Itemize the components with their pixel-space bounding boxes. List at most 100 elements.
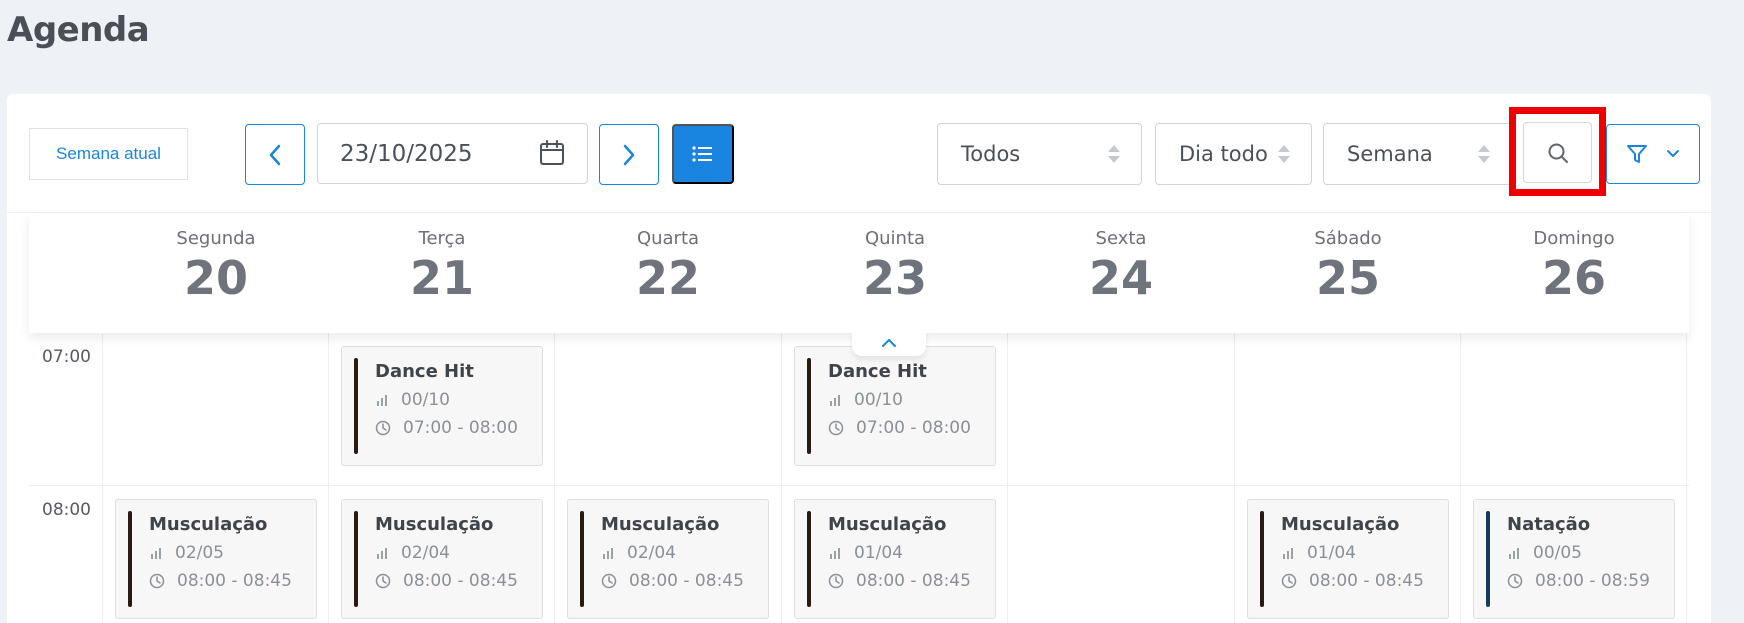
view-select[interactable]: Semana — [1323, 123, 1512, 185]
event-card[interactable]: Musculação 01/04 08:00 - 08:45 — [1247, 499, 1449, 619]
category-select-value: Todos — [961, 142, 1021, 166]
event-color-bar — [807, 358, 811, 454]
day-column-header: Segunda 20 — [103, 213, 329, 305]
event-capacity-value: 02/05 — [175, 543, 224, 563]
event-time: 08:00 - 08:45 — [828, 571, 971, 591]
grid-column-line — [1007, 333, 1008, 623]
day-name: Quarta — [636, 228, 700, 249]
date-value: 23/10/2025 — [340, 140, 473, 167]
current-week-button[interactable]: Semana atual — [29, 128, 188, 180]
event-capacity-value: 00/05 — [1533, 543, 1582, 563]
day-number[interactable]: 26 — [1461, 251, 1687, 305]
day-number[interactable]: 22 — [555, 251, 781, 305]
event-time: 08:00 - 08:59 — [1507, 571, 1650, 591]
event-time-value: 08:00 - 08:45 — [856, 571, 971, 591]
event-time-value: 08:00 - 08:45 — [629, 571, 744, 591]
event-time-value: 08:00 - 08:59 — [1535, 571, 1650, 591]
event-capacity: 02/04 — [601, 543, 676, 563]
calendar-icon[interactable] — [539, 139, 565, 167]
bar-chart-icon — [377, 395, 387, 406]
event-card[interactable]: Musculação 01/04 08:00 - 08:45 — [794, 499, 996, 619]
week-day-header: Segunda 20 Terça 21 Quarta 22 Quinta 23 Sexta 24 S… — [29, 213, 1689, 333]
period-select[interactable]: Dia todo — [1155, 123, 1312, 185]
event-capacity-value: 02/04 — [401, 543, 450, 563]
clock-icon — [149, 573, 165, 589]
grid-column-line — [328, 333, 329, 623]
event-card[interactable]: Musculação 02/04 08:00 - 08:45 — [341, 499, 543, 619]
filter-icon — [1627, 145, 1647, 163]
event-color-bar — [1486, 511, 1490, 607]
day-column-header: Sexta 24 — [1008, 213, 1234, 305]
clock-icon — [375, 573, 391, 589]
day-name: Terça — [418, 228, 466, 249]
bar-chart-icon — [151, 548, 161, 559]
clock-icon — [828, 573, 844, 589]
time-label: 07:00 — [42, 347, 91, 367]
chevron-left-icon — [269, 144, 281, 165]
event-color-bar — [580, 511, 584, 607]
event-time-value: 08:00 - 08:45 — [177, 571, 292, 591]
next-week-button[interactable] — [599, 124, 659, 185]
event-time: 08:00 - 08:45 — [149, 571, 292, 591]
day-number[interactable]: 20 — [103, 251, 329, 305]
event-name: Musculação — [601, 514, 720, 535]
clock-icon — [1507, 573, 1523, 589]
event-color-bar — [354, 511, 358, 607]
clock-icon — [1281, 573, 1297, 589]
list-view-button[interactable] — [672, 124, 734, 184]
event-card[interactable]: Natação 00/05 08:00 - 08:59 — [1473, 499, 1675, 619]
day-name: Domingo — [1533, 228, 1615, 249]
event-time-value: 07:00 - 08:00 — [403, 418, 518, 438]
event-time: 08:00 - 08:45 — [375, 571, 518, 591]
day-number[interactable]: 24 — [1008, 251, 1234, 305]
event-time: 07:00 - 08:00 — [375, 418, 518, 438]
view-select-value: Semana — [1347, 142, 1433, 166]
grid-column-line — [102, 333, 103, 623]
date-field[interactable]: 23/10/2025 — [317, 123, 588, 184]
event-capacity-value: 00/10 — [854, 390, 903, 410]
event-color-bar — [128, 511, 132, 607]
collapse-header-button[interactable] — [852, 330, 926, 356]
event-capacity: 00/10 — [828, 390, 903, 410]
event-time: 08:00 - 08:45 — [601, 571, 744, 591]
bar-chart-icon — [603, 548, 613, 559]
event-color-bar — [807, 511, 811, 607]
day-number[interactable]: 21 — [329, 251, 555, 305]
grid-row-line — [29, 485, 1689, 486]
event-name: Musculação — [828, 514, 947, 535]
day-column-header: Terça 21 — [329, 213, 555, 305]
event-card[interactable]: Dance Hit 00/10 07:00 - 08:00 — [794, 346, 996, 466]
grid-column-line — [1234, 333, 1235, 623]
day-name: Segunda — [176, 228, 256, 249]
event-card[interactable]: Musculação 02/05 08:00 - 08:45 — [115, 499, 317, 619]
day-number[interactable]: 25 — [1235, 251, 1461, 305]
filter-button[interactable] — [1606, 124, 1700, 184]
event-time-value: 07:00 - 08:00 — [856, 418, 971, 438]
event-name: Natação — [1507, 514, 1591, 535]
day-number[interactable]: 23 — [782, 251, 1008, 305]
day-column-header: Quinta 23 — [782, 213, 1008, 305]
sort-icon — [1478, 145, 1490, 163]
event-card[interactable]: Dance Hit 00/10 07:00 - 08:00 — [341, 346, 543, 466]
grid-column-line — [1460, 333, 1461, 623]
bar-chart-icon — [830, 395, 840, 406]
grid-column-line — [781, 333, 782, 623]
bar-chart-icon — [1509, 548, 1519, 559]
day-name: Quinta — [864, 228, 926, 249]
event-name: Musculação — [1281, 514, 1400, 535]
event-time: 08:00 - 08:45 — [1281, 571, 1424, 591]
clock-icon — [828, 420, 844, 436]
clock-icon — [601, 573, 617, 589]
event-color-bar — [1260, 511, 1264, 607]
event-name: Dance Hit — [375, 361, 474, 382]
previous-week-button[interactable] — [245, 124, 305, 185]
day-name: Sábado — [1314, 228, 1382, 249]
grid-column-line — [1686, 333, 1687, 623]
list-icon — [692, 146, 712, 162]
event-card[interactable]: Musculação 02/04 08:00 - 08:45 — [567, 499, 769, 619]
event-capacity-value: 01/04 — [854, 543, 903, 563]
day-column-header: Sábado 25 — [1235, 213, 1461, 305]
category-select[interactable]: Todos — [937, 123, 1142, 185]
event-color-bar — [354, 358, 358, 454]
search-highlight-box — [1509, 107, 1606, 196]
